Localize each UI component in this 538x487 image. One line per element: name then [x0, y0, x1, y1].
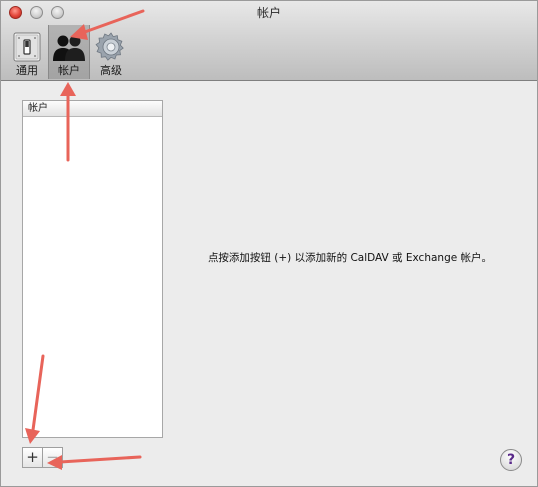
- add-account-button[interactable]: +: [22, 447, 43, 468]
- accounts-people-icon: [52, 31, 86, 67]
- add-account-instructions: 点按添加按钮 (+) 以添加新的 CalDAV 或 Exchange 帐户。: [207, 252, 493, 264]
- preferences-window: 帐户 通用 帐户 高级 帐户 + − 点按添加按钮 (+) 以添加新的 CalD…: [0, 0, 538, 487]
- general-switch-icon: [11, 31, 43, 67]
- toolbar-item-label: 高级: [100, 64, 122, 77]
- help-button[interactable]: ?: [500, 449, 522, 471]
- toolbar-item-accounts[interactable]: 帐户: [48, 25, 90, 79]
- window-title: 帐户: [256, 6, 281, 20]
- toolbar-item-advanced[interactable]: 高级: [93, 25, 129, 79]
- remove-account-button[interactable]: −: [43, 447, 63, 468]
- toolbar-item-general[interactable]: 通用: [9, 25, 45, 79]
- gear-icon: [95, 31, 127, 67]
- accounts-list-header[interactable]: 帐户: [23, 101, 162, 117]
- toolbar-item-label: 通用: [16, 64, 38, 77]
- toolbar-item-label: 帐户: [58, 64, 80, 77]
- accounts-list[interactable]: 帐户: [22, 100, 163, 438]
- window-toolbar: 帐户 通用 帐户 高级: [1, 1, 537, 81]
